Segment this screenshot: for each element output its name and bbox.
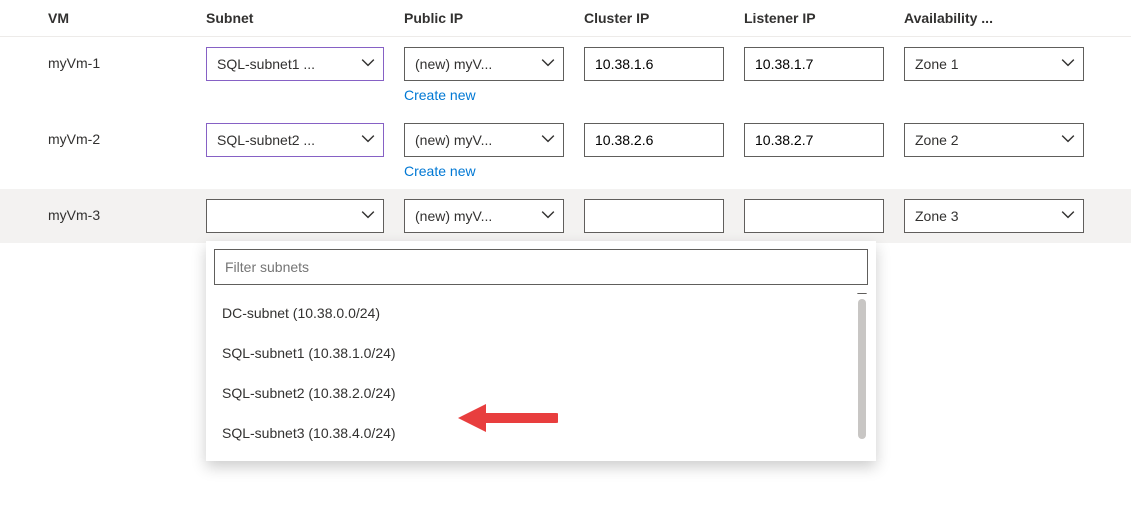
publicip-value: (new) myV... [415,132,492,148]
vm-name: myVm-3 [48,199,206,223]
table-row: myVm-3 (new) myV... Zone 3 [0,189,1131,243]
table-row: myVm-2 SQL-subnet2 ... (new) myV... Crea… [0,113,1131,189]
availability-dropdown[interactable]: Zone 2 [904,123,1084,157]
availability-dropdown[interactable]: Zone 1 [904,47,1084,81]
availability-value: Zone 1 [915,56,959,72]
chevron-down-icon [361,56,375,73]
publicip-dropdown[interactable]: (new) myV... [404,123,564,157]
publicip-value: (new) myV... [415,208,492,224]
chevron-down-icon [541,132,555,149]
subnet-option[interactable]: DC-subnet (10.38.0.0/24) [214,293,868,333]
chevron-down-icon [361,208,375,225]
publicip-value: (new) myV... [415,56,492,72]
availability-value: Zone 2 [915,132,959,148]
chevron-down-icon [1061,56,1075,73]
vm-config-table: VM Subnet Public IP Cluster IP Listener … [0,0,1131,243]
chevron-down-icon [361,132,375,149]
clusterip-input[interactable] [584,47,724,81]
subnet-value: SQL-subnet1 ... [217,56,315,72]
create-new-link[interactable]: Create new [404,87,476,103]
vm-name: myVm-2 [48,123,206,147]
subnet-value: SQL-subnet2 ... [217,132,315,148]
header-subnet: Subnet [206,10,404,26]
subnet-dropdown[interactable] [206,199,384,233]
create-new-link[interactable]: Create new [404,163,476,179]
subnet-dropdown[interactable]: SQL-subnet1 ... [206,47,384,81]
header-clusterip: Cluster IP [584,10,744,26]
scroll-up-arrow-icon[interactable] [857,293,867,294]
table-header: VM Subnet Public IP Cluster IP Listener … [0,0,1131,37]
clusterip-input[interactable] [584,123,724,157]
vm-name: myVm-1 [48,47,206,71]
chevron-down-icon [541,56,555,73]
listenerip-input[interactable] [744,123,884,157]
filter-subnets-input[interactable] [214,249,868,285]
annotation-arrow-icon [458,401,558,438]
clusterip-input[interactable] [584,199,724,233]
subnet-dropdown[interactable]: SQL-subnet2 ... [206,123,384,157]
subnet-option[interactable]: SQL-subnet1 (10.38.1.0/24) [214,333,868,373]
scrollbar-thumb[interactable] [858,299,866,439]
header-availability: Availability ... [904,10,1084,26]
chevron-down-icon [541,208,555,225]
publicip-dropdown[interactable]: (new) myV... [404,199,564,233]
chevron-down-icon [1061,208,1075,225]
header-listenerip: Listener IP [744,10,904,26]
header-vm: VM [48,10,206,26]
availability-value: Zone 3 [915,208,959,224]
publicip-dropdown[interactable]: (new) myV... [404,47,564,81]
listenerip-input[interactable] [744,199,884,233]
table-row: myVm-1 SQL-subnet1 ... (new) myV... Crea… [0,37,1131,113]
listenerip-input[interactable] [744,47,884,81]
header-publicip: Public IP [404,10,584,26]
availability-dropdown[interactable]: Zone 3 [904,199,1084,233]
chevron-down-icon [1061,132,1075,149]
